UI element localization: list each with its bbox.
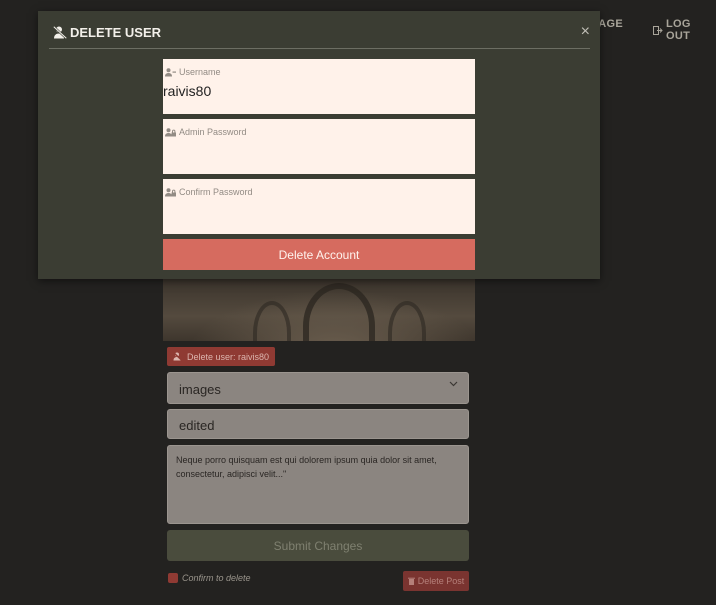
modal-header: DELETE USER × [49, 23, 590, 49]
user-minus-icon [165, 67, 176, 77]
user-slash-icon [173, 352, 183, 361]
modal-title: DELETE USER [53, 25, 161, 40]
delete-user-label: Delete user: raivis80 [187, 351, 270, 362]
nav-logout-link[interactable]: LOG OUT [653, 18, 716, 42]
logout-icon [653, 25, 663, 35]
nav-logout-label: LOG OUT [666, 18, 691, 42]
confirm-delete-row: Confirm to delete [168, 573, 251, 583]
admin-password-label: Admin Password [179, 127, 247, 137]
user-lock-icon [165, 127, 176, 137]
post-title-value: edited [179, 418, 215, 433]
category-value: images [179, 382, 221, 397]
confirm-password-label-row: Confirm Password [165, 187, 253, 197]
post-body-textarea[interactable]: Neque porro quisquam est qui dolorem ips… [167, 445, 469, 524]
username-label: Username [179, 67, 221, 77]
username-value: raivis80 [163, 83, 212, 99]
delete-user-modal: DELETE USER × Username raivis80 Admin Pa… [38, 11, 600, 279]
admin-password-label-row: Admin Password [165, 127, 247, 137]
post-image [163, 279, 475, 341]
username-field[interactable]: Username raivis80 [163, 59, 475, 114]
post-body-value: Neque porro quisquam est qui dolorem ips… [176, 455, 437, 479]
username-label-row: Username [165, 67, 221, 77]
confirm-password-field[interactable]: Confirm Password [163, 179, 475, 234]
trash-icon [407, 577, 415, 585]
delete-post-button[interactable]: Delete Post [403, 571, 469, 591]
close-icon[interactable]: × [581, 23, 590, 41]
confirm-delete-label: Confirm to delete [182, 573, 251, 583]
chevron-down-icon [449, 381, 458, 387]
delete-user-button[interactable]: Delete user: raivis80 [167, 347, 276, 366]
category-select[interactable]: images [167, 372, 469, 404]
user-lock-icon [165, 187, 176, 197]
confirm-password-label: Confirm Password [179, 187, 253, 197]
modal-title-text: DELETE USER [70, 25, 162, 40]
submit-changes-button[interactable]: Submit Changes [167, 530, 469, 561]
delete-account-button[interactable]: Delete Account [163, 239, 475, 270]
post-title-input[interactable]: edited [167, 409, 469, 439]
user-slash-icon [53, 26, 68, 39]
delete-post-label: Delete Post [417, 576, 465, 586]
confirm-delete-checkbox[interactable] [168, 573, 178, 583]
admin-password-field[interactable]: Admin Password [163, 119, 475, 174]
